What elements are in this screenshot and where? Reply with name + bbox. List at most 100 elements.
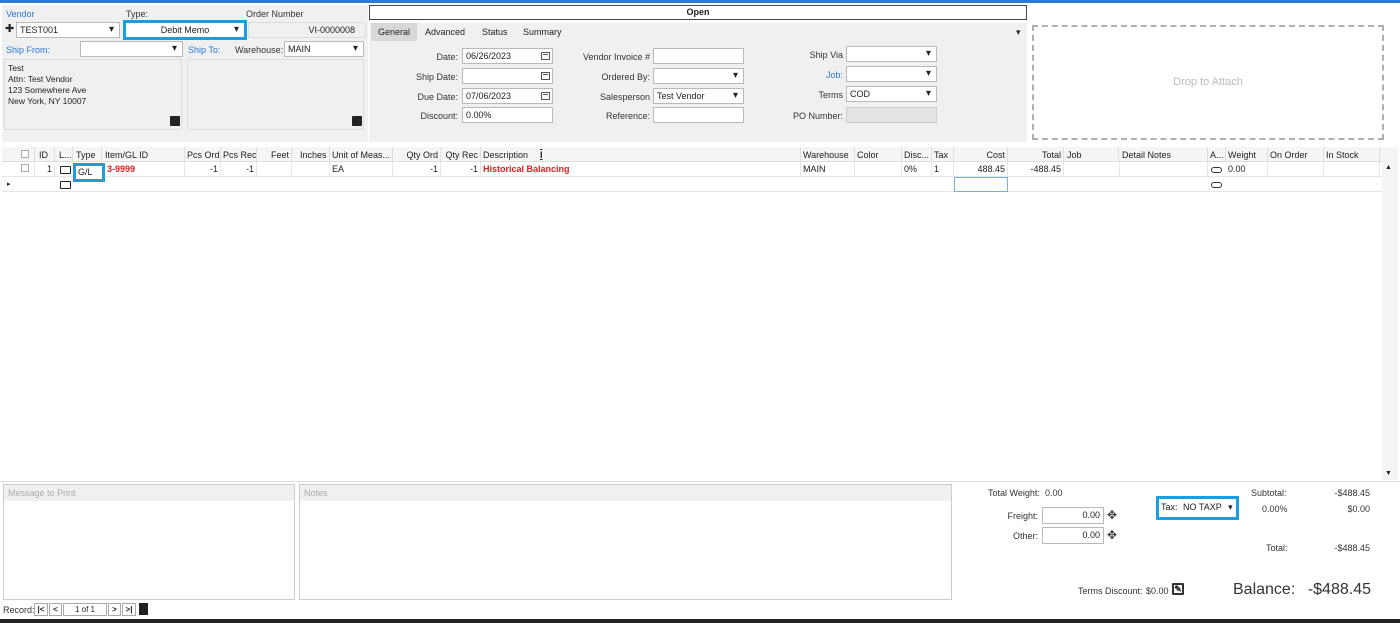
freight-field[interactable]: 0.00 xyxy=(1042,507,1104,524)
select-all-checkbox[interactable] xyxy=(21,150,29,158)
tab-general[interactable]: General xyxy=(371,23,418,41)
move-other-icon[interactable]: ✥ xyxy=(1107,529,1119,541)
col-total[interactable]: Total xyxy=(1008,147,1064,162)
scroll-up-icon[interactable]: ▲ xyxy=(1385,164,1392,171)
edit-icon[interactable]: ✎ xyxy=(1172,583,1184,595)
address-map-icon[interactable] xyxy=(170,116,180,126)
cell-color[interactable] xyxy=(855,162,902,176)
tax-select-value[interactable]: NO TAXP xyxy=(1183,502,1222,512)
active-cell-cost[interactable] xyxy=(954,177,1008,192)
reference-field[interactable] xyxy=(653,107,744,123)
col-item-gl-id[interactable]: Item/GL ID xyxy=(103,147,185,162)
cell-inches[interactable] xyxy=(292,162,330,176)
tab-advanced[interactable]: Advanced xyxy=(418,23,472,41)
col-in-stock[interactable]: In Stock xyxy=(1324,147,1380,162)
new-record-icon[interactable] xyxy=(139,603,148,615)
col-qty-ord[interactable]: Qty Ord xyxy=(393,147,441,162)
salesperson-select[interactable]: Test Vendor xyxy=(653,88,744,104)
move-freight-icon[interactable]: ✥ xyxy=(1107,509,1119,521)
due-date-field[interactable]: 07/06/2023 xyxy=(462,88,553,104)
col-pcs-rec[interactable]: Pcs Rec xyxy=(221,147,257,162)
col-tax[interactable]: Tax xyxy=(932,147,954,162)
folder-icon[interactable] xyxy=(60,166,71,174)
cell-warehouse[interactable]: MAIN xyxy=(801,162,855,176)
col-detail-notes[interactable]: Detail Notes xyxy=(1120,147,1208,162)
type-select[interactable]: Debit Memo xyxy=(123,20,247,40)
chevron-down-icon[interactable]: ▾ xyxy=(1228,502,1233,512)
notes-box[interactable]: Notes xyxy=(299,484,952,600)
ship-from-label[interactable]: Ship From: xyxy=(6,45,50,55)
ship-to-label[interactable]: Ship To: xyxy=(188,45,220,55)
tab-summary[interactable]: Summary xyxy=(516,23,569,41)
cell-description[interactable]: Historical Balancing xyxy=(481,162,801,176)
cell-qty-ord[interactable]: -1 xyxy=(393,162,441,176)
col-attachments[interactable]: A... xyxy=(1208,147,1226,162)
tab-menu-chevron-icon[interactable]: ▾ xyxy=(1016,27,1021,38)
vendor-select[interactable]: TEST001 xyxy=(16,22,120,38)
attachment-icon[interactable] xyxy=(1211,167,1222,173)
calendar-icon[interactable] xyxy=(541,72,550,80)
cell-pcs-ord[interactable]: -1 xyxy=(185,162,221,176)
vendor-invoice-field[interactable] xyxy=(653,48,744,64)
tax-select-highlight[interactable]: Tax: NO TAXP ▾ xyxy=(1156,496,1239,520)
calendar-icon[interactable] xyxy=(541,52,550,60)
first-record-button[interactable]: |< xyxy=(34,603,48,616)
job-label[interactable]: Job: xyxy=(770,70,843,80)
ship-date-field[interactable] xyxy=(462,68,553,84)
terms-select[interactable]: COD xyxy=(846,86,937,102)
grid-scrollbar[interactable] xyxy=(1382,147,1398,480)
col-pcs-ord[interactable]: Pcs Ord xyxy=(185,147,221,162)
col-description[interactable]: Description I xyxy=(481,147,801,162)
next-record-button[interactable]: > xyxy=(108,603,121,616)
attachment-drop-zone[interactable]: Drop to Attach xyxy=(1032,25,1384,140)
discount-field[interactable]: 0.00% xyxy=(462,107,553,123)
col-on-order[interactable]: On Order xyxy=(1268,147,1324,162)
prev-record-button[interactable]: < xyxy=(49,603,62,616)
grid-header-select[interactable] xyxy=(19,147,35,162)
ship-via-select[interactable] xyxy=(846,46,937,62)
last-record-button[interactable]: >| xyxy=(122,603,136,616)
cell-cost[interactable]: 488.45 xyxy=(954,162,1008,176)
cell-feet[interactable] xyxy=(257,162,292,176)
col-warehouse[interactable]: Warehouse xyxy=(801,147,855,162)
ship-from-select[interactable] xyxy=(80,41,183,57)
folder-icon[interactable] xyxy=(60,181,71,189)
col-feet[interactable]: Feet xyxy=(257,147,292,162)
cell-item[interactable]: 3-9999 xyxy=(105,162,185,176)
col-qty-rec[interactable]: Qty Rec xyxy=(441,147,481,162)
col-id[interactable]: ID xyxy=(37,147,55,162)
attachment-icon[interactable] xyxy=(1211,182,1222,188)
col-inches[interactable]: Inches xyxy=(298,147,330,162)
col-job[interactable]: Job xyxy=(1065,147,1119,162)
cell-qty-rec[interactable]: -1 xyxy=(441,162,481,176)
other-field[interactable]: 0.00 xyxy=(1042,527,1104,544)
row-checkbox-cell[interactable] xyxy=(19,162,35,176)
new-row[interactable] xyxy=(2,177,1382,192)
col-cost[interactable]: Cost xyxy=(954,147,1008,162)
cell-weight[interactable]: 0.00 xyxy=(1226,162,1268,176)
row-checkbox[interactable] xyxy=(21,164,29,172)
col-weight[interactable]: Weight xyxy=(1226,147,1268,162)
cell-disc[interactable]: 0% xyxy=(902,162,932,176)
calendar-icon[interactable] xyxy=(541,92,550,100)
address-map-icon[interactable] xyxy=(352,116,362,126)
date-field[interactable]: 06/26/2023 xyxy=(462,48,553,64)
cell-pcs-rec[interactable]: -1 xyxy=(221,162,257,176)
col-color[interactable]: Color xyxy=(855,147,902,162)
warehouse-select[interactable]: MAIN xyxy=(284,41,364,57)
job-select[interactable] xyxy=(846,66,937,82)
col-uom[interactable]: Unit of Meas... xyxy=(330,147,393,162)
ordered-by-select[interactable] xyxy=(653,68,744,84)
cell-uom[interactable]: EA xyxy=(330,162,393,176)
col-l[interactable]: L... xyxy=(57,147,73,162)
col-disc[interactable]: Disc... xyxy=(902,147,932,162)
cell-tax[interactable]: 1 xyxy=(932,162,954,176)
add-vendor-icon[interactable]: ✚ xyxy=(5,24,14,35)
text-cursor-icon[interactable]: I xyxy=(540,150,543,160)
tab-status[interactable]: Status xyxy=(475,23,515,41)
scroll-down-icon[interactable]: ▼ xyxy=(1385,470,1392,477)
cell-detail-notes[interactable] xyxy=(1120,162,1208,176)
message-to-print-box[interactable]: Message to Print xyxy=(3,484,295,600)
record-position[interactable]: 1 of 1 xyxy=(63,603,107,616)
col-type[interactable]: Type xyxy=(74,147,102,162)
